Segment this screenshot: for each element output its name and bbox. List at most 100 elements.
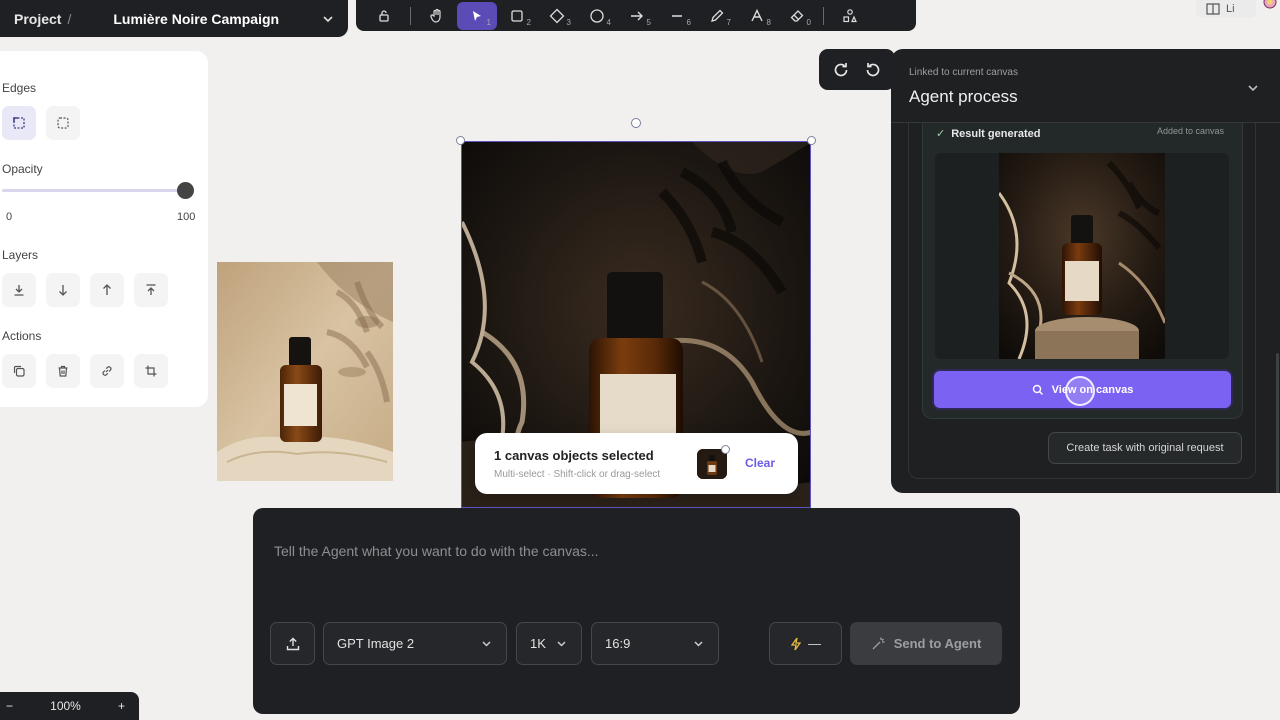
tool-shortcut: 8 — [766, 17, 771, 27]
diamond-tool[interactable]: 3 — [537, 2, 577, 30]
agent-prompt-box: Tell the Agent what you want to do with … — [253, 508, 1020, 714]
result-image-frame — [935, 153, 1229, 359]
opacity-slider-track[interactable] — [2, 189, 186, 192]
aspect-ratio-select[interactable]: 16:9 — [591, 622, 719, 665]
history-controls — [819, 49, 895, 90]
flower-icon — [1256, 0, 1280, 20]
breadcrumb-project[interactable]: Project — [14, 11, 61, 27]
tool-shortcut: 4 — [606, 17, 611, 27]
bring-forward-button[interactable] — [90, 273, 124, 307]
speed-toggle[interactable]: — — [769, 622, 842, 665]
duplicate-button[interactable] — [2, 354, 36, 388]
sharp-edges-button[interactable] — [2, 106, 36, 140]
tool-shortcut: 2 — [526, 17, 531, 27]
properties-panel: Edges Opacity 0 100 Layers Actions — [0, 51, 208, 407]
lock-tool[interactable] — [364, 2, 404, 30]
click-cursor-indicator — [1065, 376, 1095, 406]
model-select[interactable]: GPT Image 2 — [323, 622, 507, 665]
eraser-icon — [789, 8, 805, 24]
resolution-select[interactable]: 1K — [516, 622, 582, 665]
aspect-value: 16:9 — [605, 636, 631, 651]
shapes-tool[interactable] — [830, 2, 870, 30]
selection-hint: Multi-select · Shift-click or drag-selec… — [494, 469, 661, 480]
ellipse-tool[interactable]: 4 — [577, 2, 617, 30]
result-status: ✓ Result generated — [936, 127, 1040, 140]
opacity-max: 100 — [177, 211, 196, 223]
undo-icon[interactable] — [863, 60, 883, 80]
link-button[interactable] — [90, 354, 124, 388]
text-tool[interactable]: 8 — [737, 2, 777, 30]
speed-value: — — [808, 636, 821, 651]
chevron-down-icon — [556, 638, 567, 649]
toolbar-divider — [823, 6, 824, 25]
opacity-label: Opacity — [2, 162, 43, 176]
rectangle-tool[interactable]: 2 — [497, 2, 537, 30]
delete-button[interactable] — [46, 354, 80, 388]
arrow-down-icon — [56, 283, 70, 297]
edges-label: Edges — [2, 81, 37, 95]
layers-label: Layers — [2, 248, 39, 262]
send-to-agent-button[interactable]: Send to Agent — [850, 622, 1002, 665]
sharp-corner-icon — [12, 116, 26, 130]
tool-shortcut: 1 — [486, 17, 491, 27]
lightning-icon — [790, 637, 802, 651]
resolution-value: 1K — [530, 636, 546, 651]
arrow-up-icon — [100, 283, 114, 297]
toolbar-divider — [410, 6, 411, 25]
send-to-back-button[interactable] — [2, 273, 36, 307]
bring-to-front-icon — [144, 283, 158, 297]
library-button[interactable]: Li — [1196, 0, 1256, 18]
project-name[interactable]: Lumière Noire Campaign — [113, 11, 279, 27]
zoom-out-button[interactable]: − — [6, 699, 13, 713]
pencil-tool[interactable]: 7 — [697, 2, 737, 30]
model-value: GPT Image 2 — [337, 636, 415, 651]
opacity-min: 0 — [6, 211, 13, 223]
redo-icon[interactable] — [831, 60, 851, 80]
drawing-toolbar: 1 2 3 4 5 6 7 8 0 — [356, 0, 916, 31]
magic-wand-icon — [871, 636, 886, 651]
chevron-down-icon — [693, 638, 704, 649]
canvas-image-perfume-stone[interactable] — [217, 262, 393, 481]
resize-handle-top-left[interactable] — [456, 136, 465, 145]
prompt-input[interactable]: Tell the Agent what you want to do with … — [274, 543, 599, 559]
send-backward-button[interactable] — [46, 273, 80, 307]
opacity-slider-handle[interactable] — [177, 182, 194, 199]
eraser-tool[interactable]: 0 — [777, 2, 817, 30]
crop-button[interactable] — [134, 354, 168, 388]
clear-selection-button[interactable]: Clear — [745, 456, 775, 470]
library-label: Li — [1226, 3, 1235, 15]
line-tool[interactable]: 6 — [657, 2, 697, 30]
tool-shortcut: 5 — [646, 17, 651, 27]
hand-icon — [429, 8, 445, 24]
hand-tool[interactable] — [417, 2, 457, 30]
line-icon — [669, 8, 685, 24]
select-tool[interactable]: 1 — [457, 1, 497, 30]
send-label: Send to Agent — [893, 636, 982, 651]
copy-icon — [12, 364, 26, 378]
result-image[interactable] — [999, 153, 1165, 359]
arrow-tool[interactable]: 5 — [617, 2, 657, 30]
zoom-level[interactable]: 100% — [50, 699, 81, 713]
arrow-icon — [629, 8, 645, 24]
rotate-handle[interactable] — [631, 118, 641, 128]
selection-popup: 1 canvas objects selected Multi-select ·… — [475, 433, 798, 494]
round-corner-icon — [56, 116, 70, 130]
zoom-in-button[interactable]: + — [118, 699, 125, 713]
round-edges-button[interactable] — [46, 106, 80, 140]
linked-status: Linked to current canvas — [909, 67, 1018, 78]
tool-shortcut: 6 — [686, 17, 691, 27]
resize-handle-top-right[interactable] — [807, 136, 816, 145]
chevron-down-icon[interactable] — [1246, 81, 1260, 95]
create-task-button[interactable]: Create task with original request — [1048, 432, 1242, 464]
bring-to-front-button[interactable] — [134, 273, 168, 307]
check-icon: ✓ — [936, 128, 946, 140]
thumbnail-remove-dot[interactable] — [721, 445, 730, 454]
upload-button[interactable] — [270, 622, 315, 665]
chevron-down-icon[interactable] — [322, 13, 334, 25]
project-bar: Project / Lumière Noire Campaign — [0, 0, 348, 37]
panel-scrollbar[interactable] — [1276, 353, 1279, 493]
book-icon — [1206, 3, 1220, 15]
search-icon — [1032, 384, 1044, 396]
lock-icon — [377, 9, 391, 23]
tool-shortcut: 7 — [726, 17, 731, 27]
